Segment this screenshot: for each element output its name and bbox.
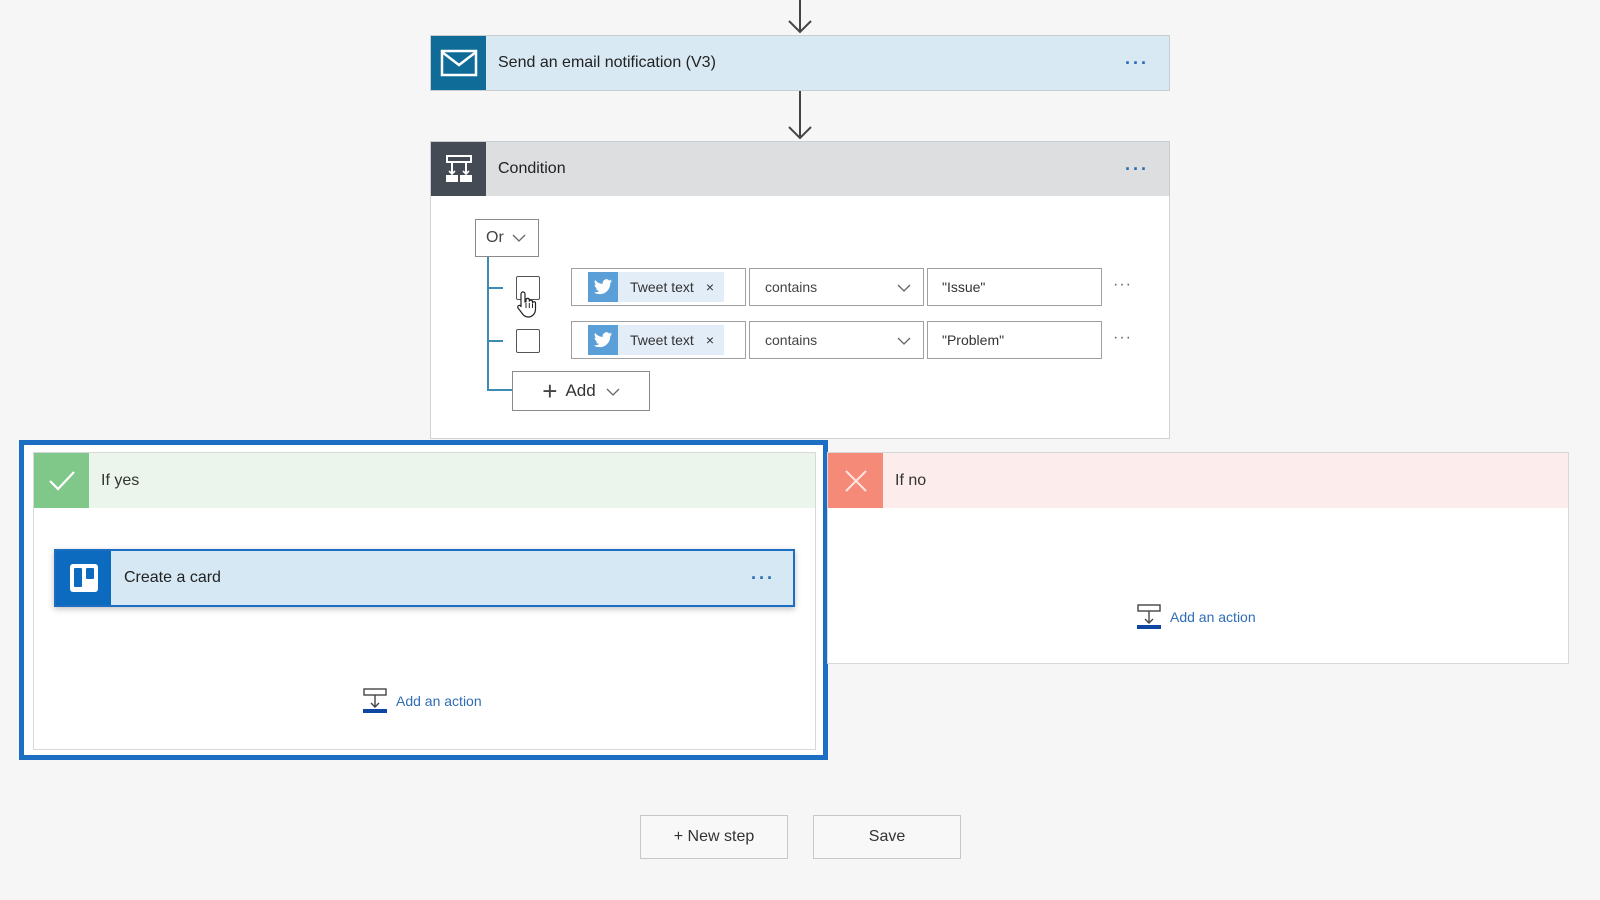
- condition-icon: [431, 142, 486, 196]
- dynamic-content-token: Tweet text ×: [588, 272, 724, 302]
- create-card-action[interactable]: Create a card ···: [54, 549, 795, 607]
- send-email-action-card[interactable]: Send an email notification (V3) ···: [430, 35, 1170, 91]
- chevron-down-icon: [897, 332, 911, 348]
- tree-connector-line: [487, 287, 503, 289]
- close-icon: [828, 453, 883, 508]
- checkmark-icon: [34, 453, 89, 508]
- if-no-branch: If no Add an action: [827, 452, 1569, 664]
- row-select-checkbox[interactable]: [516, 329, 540, 353]
- add-an-action-button[interactable]: Add an action: [1136, 604, 1256, 630]
- condition-left-operand[interactable]: Tweet text ×: [571, 321, 746, 359]
- remove-token-icon[interactable]: ×: [706, 279, 714, 295]
- row-more-options-button[interactable]: ···: [1113, 329, 1132, 347]
- operator-dropdown[interactable]: contains: [749, 321, 924, 359]
- token-label: Tweet text: [630, 279, 694, 295]
- twitter-icon: [588, 272, 618, 302]
- operator-value: contains: [765, 332, 818, 348]
- more-options-button[interactable]: ···: [1117, 53, 1157, 74]
- group-operator-value: Or: [486, 229, 504, 246]
- action-title: Create a card: [124, 569, 221, 586]
- save-button[interactable]: Save: [813, 815, 961, 859]
- more-options-button[interactable]: ···: [743, 568, 783, 589]
- dynamic-content-token: Tweet text ×: [588, 325, 724, 355]
- add-label: Add: [565, 381, 596, 400]
- if-yes-branch: If yes Create a card ··· Add an action: [33, 452, 816, 750]
- connector-arrow: [785, 91, 815, 141]
- row-select-checkbox[interactable]: [516, 276, 540, 300]
- if-yes-title: If yes: [101, 471, 140, 489]
- add-action-icon: [1137, 604, 1161, 629]
- condition-title: Condition: [498, 160, 566, 177]
- add-action-icon: [363, 688, 387, 713]
- add-an-action-label: Add an action: [1170, 609, 1256, 625]
- add-an-action-label: Add an action: [396, 693, 482, 709]
- twitter-icon: [588, 325, 618, 355]
- action-title: Send an email notification (V3): [498, 54, 716, 71]
- token-label: Tweet text: [630, 332, 694, 348]
- condition-editor: Or Tweet text × contains ··· Twee: [430, 196, 1170, 439]
- connector-arrow: [785, 0, 815, 35]
- condition-value-input[interactable]: [927, 321, 1102, 359]
- condition-left-operand[interactable]: Tweet text ×: [571, 268, 746, 306]
- if-no-title: If no: [895, 471, 927, 489]
- chevron-down-icon: [606, 381, 620, 401]
- operator-dropdown[interactable]: contains: [749, 268, 924, 306]
- trello-icon: [56, 551, 111, 605]
- chevron-down-icon: [512, 229, 526, 247]
- tree-connector-line: [487, 340, 503, 342]
- if-yes-header[interactable]: If yes: [34, 453, 815, 508]
- remove-token-icon[interactable]: ×: [706, 332, 714, 348]
- new-step-button[interactable]: + New step: [640, 815, 788, 859]
- tree-connector-line: [487, 257, 489, 389]
- condition-value-input[interactable]: [927, 268, 1102, 306]
- operator-value: contains: [765, 279, 818, 295]
- plus-icon: +: [542, 376, 558, 406]
- tree-connector-line: [487, 389, 515, 391]
- if-no-header[interactable]: If no: [828, 453, 1568, 508]
- add-condition-button[interactable]: + Add: [512, 371, 650, 411]
- mail-icon: [431, 36, 486, 90]
- group-operator-dropdown[interactable]: Or: [475, 219, 539, 257]
- chevron-down-icon: [897, 279, 911, 295]
- more-options-button[interactable]: ···: [1117, 159, 1157, 180]
- row-more-options-button[interactable]: ···: [1113, 276, 1132, 294]
- add-an-action-button[interactable]: Add an action: [362, 688, 482, 714]
- condition-card-header[interactable]: Condition ···: [430, 141, 1170, 197]
